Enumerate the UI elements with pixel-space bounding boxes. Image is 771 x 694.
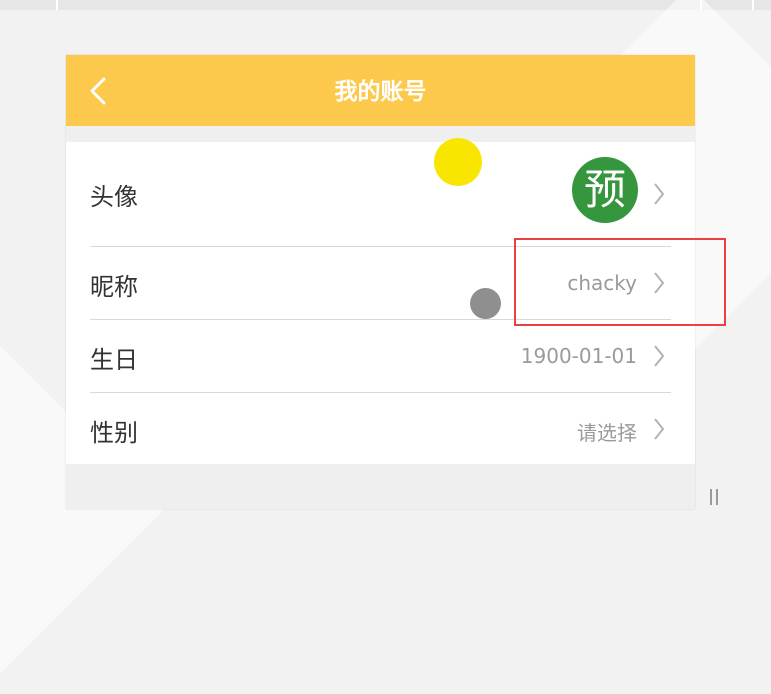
- birthday-row[interactable]: 生日 1900-01-01: [66, 320, 695, 392]
- resize-grip-icon[interactable]: [709, 489, 719, 505]
- chevron-right-icon: [654, 418, 665, 440]
- avatar-row[interactable]: 头像 预: [66, 142, 695, 246]
- chevron-right-icon: [654, 345, 665, 367]
- gender-row[interactable]: 性别 请选择: [66, 393, 695, 464]
- birthday-label: 生日: [90, 346, 138, 374]
- birthday-value: 1900-01-01: [520, 344, 637, 368]
- avatar: 预: [572, 157, 638, 223]
- gender-label: 性别: [90, 419, 138, 447]
- touch-marker-yellow: [434, 138, 482, 186]
- touch-marker-gray: [470, 288, 501, 319]
- avatar-label: 头像: [90, 183, 138, 211]
- top-strip: [0, 0, 771, 10]
- highlight-box: [514, 238, 726, 326]
- chevron-right-icon: [654, 183, 665, 205]
- page-title: 我的账号: [334, 79, 427, 105]
- top-strip-separator: [56, 0, 58, 10]
- nickname-label: 昵称: [90, 273, 138, 301]
- top-strip-separator: [752, 0, 754, 10]
- header-bar: 我的账号: [66, 55, 695, 126]
- gender-value: 请选择: [577, 421, 637, 445]
